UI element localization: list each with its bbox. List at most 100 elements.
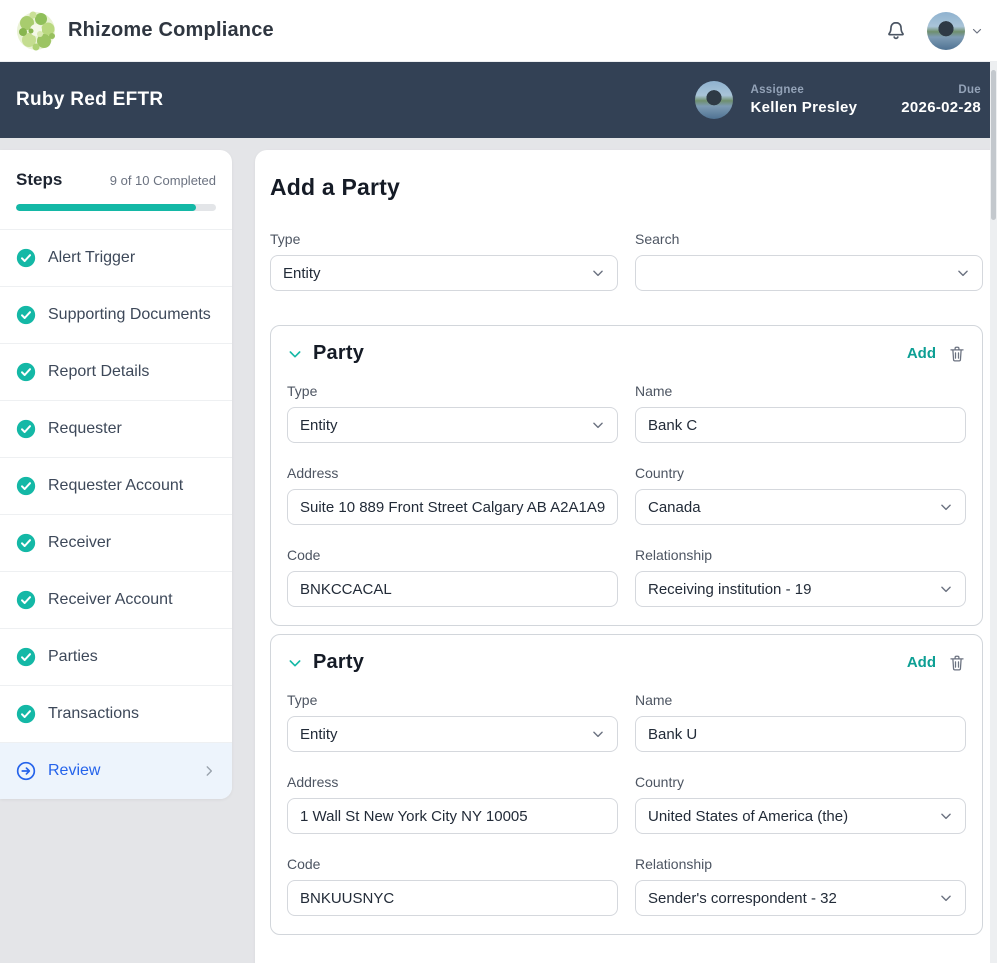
due-date: 2026-02-28 xyxy=(901,99,981,116)
relationship-label: Relationship xyxy=(635,547,966,563)
type-select[interactable]: Entity xyxy=(287,716,618,752)
selected-value: Sender's correspondent - 32 xyxy=(648,890,837,907)
code-field: Code xyxy=(287,547,618,607)
assignee-label: Assignee xyxy=(751,84,805,96)
chevron-right-icon xyxy=(202,764,216,778)
party-type-field: Type Entity xyxy=(270,231,618,291)
bell-icon[interactable] xyxy=(885,20,907,42)
sidebar-item-requester[interactable]: Requester xyxy=(0,400,232,457)
due-block: Due 2026-02-28 xyxy=(901,84,981,116)
type-field: Type Entity xyxy=(287,692,618,752)
assignee-avatar xyxy=(695,81,733,119)
chevron-down-icon xyxy=(939,809,953,823)
country-select[interactable]: Canada xyxy=(635,489,966,525)
case-title: Ruby Red EFTR xyxy=(16,89,163,111)
sidebar-item-label: Parties xyxy=(48,645,98,669)
add-party-button[interactable]: Add xyxy=(907,345,936,362)
sidebar-item-label: Transactions xyxy=(48,702,139,726)
add-party-panel: Add a Party Type Entity Search xyxy=(255,150,997,963)
country-select[interactable]: United States of America (the) xyxy=(635,798,966,834)
add-party-button[interactable]: Add xyxy=(907,654,936,671)
sidebar-item-receiver-account[interactable]: Receiver Account xyxy=(0,571,232,628)
address-field: Address xyxy=(287,465,618,525)
case-meta: Assignee Kellen Presley Due 2026-02-28 xyxy=(695,81,982,119)
name-label: Name xyxy=(635,692,966,708)
app-header: Rhizome Compliance xyxy=(0,0,997,62)
steps-title: Steps xyxy=(16,170,62,190)
name-label: Name xyxy=(635,383,966,399)
check-circle-icon xyxy=(16,647,36,667)
sidebar-item-label: Receiver xyxy=(48,531,111,555)
selected-value: United States of America (the) xyxy=(648,808,848,825)
scrollbar-thumb[interactable] xyxy=(991,70,996,220)
country-label: Country xyxy=(635,465,966,481)
sidebar-item-label: Requester xyxy=(48,417,122,441)
sidebar-item-parties[interactable]: Parties xyxy=(0,628,232,685)
type-label: Type xyxy=(270,231,618,247)
relationship-field: Relationship Receiving institution - 19 xyxy=(635,547,966,607)
sidebar-item-receiver[interactable]: Receiver xyxy=(0,514,232,571)
check-circle-icon xyxy=(16,362,36,382)
sidebar-item-report-details[interactable]: Report Details xyxy=(0,343,232,400)
progress-bar xyxy=(16,204,216,211)
check-circle-icon xyxy=(16,590,36,610)
chevron-down-icon xyxy=(939,500,953,514)
trash-icon[interactable] xyxy=(948,654,966,672)
party-card-title: Party xyxy=(313,342,364,365)
page-title: Add a Party xyxy=(270,174,983,201)
selected-value: Canada xyxy=(648,499,701,516)
check-circle-icon xyxy=(16,305,36,325)
user-avatar[interactable] xyxy=(927,12,965,50)
party-search-select[interactable] xyxy=(635,255,983,291)
arrow-right-circle-icon xyxy=(16,761,36,781)
sidebar-item-review[interactable]: Review xyxy=(0,742,232,799)
check-circle-icon xyxy=(16,419,36,439)
selected-value: Entity xyxy=(283,265,321,282)
type-select[interactable]: Entity xyxy=(287,407,618,443)
chevron-down-icon[interactable] xyxy=(971,25,983,37)
sidebar-item-transactions[interactable]: Transactions xyxy=(0,685,232,742)
content-area: Steps 9 of 10 Completed Alert Trigger Su… xyxy=(0,138,997,963)
relationship-select[interactable]: Sender's correspondent - 32 xyxy=(635,880,966,916)
address-field: Address xyxy=(287,774,618,834)
chevron-down-icon xyxy=(591,266,605,280)
party-search-field: Search xyxy=(635,231,983,291)
chevron-down-icon xyxy=(591,418,605,432)
sidebar-item-supporting-documents[interactable]: Supporting Documents xyxy=(0,286,232,343)
party-type-select[interactable]: Entity xyxy=(270,255,618,291)
vertical-scrollbar[interactable] xyxy=(990,62,997,963)
sidebar-item-label: Review xyxy=(48,759,100,783)
name-input[interactable] xyxy=(635,407,966,443)
country-field: Country United States of America (the) xyxy=(635,774,966,834)
sidebar-item-label: Supporting Documents xyxy=(48,303,211,327)
code-field: Code xyxy=(287,856,618,916)
steps-progress-text: 9 of 10 Completed xyxy=(110,173,216,188)
trash-icon[interactable] xyxy=(948,345,966,363)
name-input[interactable] xyxy=(635,716,966,752)
address-input[interactable] xyxy=(287,798,618,834)
relationship-field: Relationship Sender's correspondent - 32 xyxy=(635,856,966,916)
chevron-down-icon xyxy=(939,891,953,905)
code-input[interactable] xyxy=(287,880,618,916)
chevron-down-icon[interactable] xyxy=(287,346,303,362)
sidebar-item-requester-account[interactable]: Requester Account xyxy=(0,457,232,514)
relationship-label: Relationship xyxy=(635,856,966,872)
steps-sidebar: Steps 9 of 10 Completed Alert Trigger Su… xyxy=(0,150,232,799)
code-label: Code xyxy=(287,547,618,563)
assignee-block: Assignee Kellen Presley xyxy=(751,84,858,116)
address-label: Address xyxy=(287,774,618,790)
chevron-down-icon[interactable] xyxy=(287,655,303,671)
sidebar-item-label: Requester Account xyxy=(48,474,183,498)
address-label: Address xyxy=(287,465,618,481)
country-field: Country Canada xyxy=(635,465,966,525)
name-field: Name xyxy=(635,383,966,443)
sidebar-item-alert-trigger[interactable]: Alert Trigger xyxy=(0,229,232,286)
chevron-down-icon xyxy=(939,582,953,596)
code-label: Code xyxy=(287,856,618,872)
address-input[interactable] xyxy=(287,489,618,525)
country-label: Country xyxy=(635,774,966,790)
code-input[interactable] xyxy=(287,571,618,607)
party-card: Party Add Type Entity Name xyxy=(270,325,983,626)
relationship-select[interactable]: Receiving institution - 19 xyxy=(635,571,966,607)
chevron-down-icon xyxy=(591,727,605,741)
